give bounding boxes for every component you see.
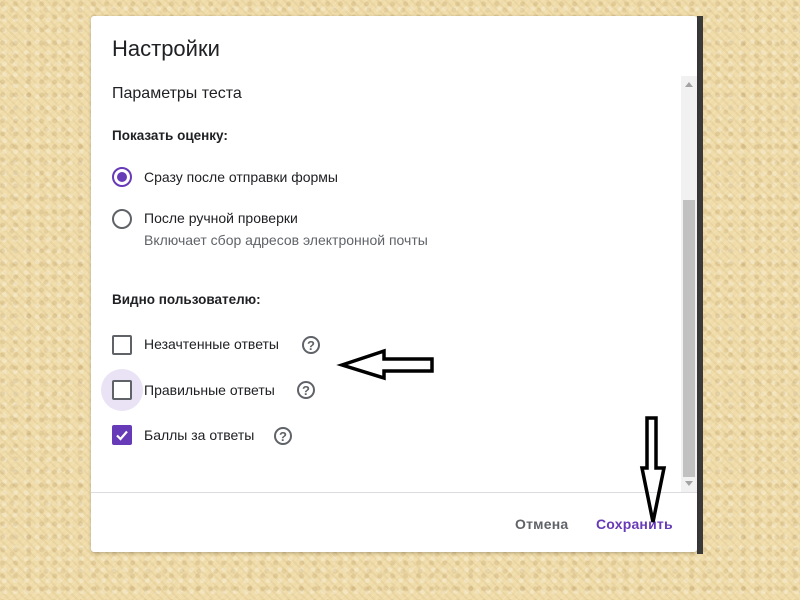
scroll-down-icon[interactable] xyxy=(685,481,693,486)
dialog-content: Параметры теста Показать оценку: Сразу п… xyxy=(91,76,681,492)
checkbox-correct-answers[interactable] xyxy=(112,380,132,400)
option-immediately-label[interactable]: Сразу после отправки формы xyxy=(144,169,338,185)
show-grade-label: Показать оценку: xyxy=(112,128,228,143)
settings-dialog: Настройки Параметры теста Показать оценк… xyxy=(91,16,697,552)
scroll-up-icon[interactable] xyxy=(685,82,693,87)
help-icon[interactable]: ? xyxy=(274,427,292,445)
help-icon[interactable]: ? xyxy=(302,336,320,354)
option-manual-review-sub: Включает сбор адресов электронной почты xyxy=(144,232,428,248)
missed-answers-label[interactable]: Незачтенные ответы xyxy=(144,336,279,352)
scrollbar[interactable] xyxy=(681,76,697,492)
cancel-button[interactable]: Отмена xyxy=(509,512,574,536)
option-manual-review-label[interactable]: После ручной проверки xyxy=(144,210,298,226)
visible-to-user-label: Видно пользователю: xyxy=(112,292,261,307)
checkmark-icon xyxy=(116,430,128,441)
checkbox-missed-answers[interactable] xyxy=(112,335,132,355)
radio-checked-icon[interactable] xyxy=(112,167,132,187)
points-label[interactable]: Баллы за ответы xyxy=(144,427,254,443)
help-icon[interactable]: ? xyxy=(297,381,315,399)
checkbox-points[interactable] xyxy=(112,425,132,445)
footer-divider xyxy=(91,492,697,493)
correct-answers-label[interactable]: Правильные ответы xyxy=(144,382,275,398)
section-title: Параметры теста xyxy=(112,85,242,102)
scroll-thumb[interactable] xyxy=(683,200,695,477)
save-button[interactable]: Сохранить xyxy=(590,512,679,536)
background-window-edge xyxy=(697,16,703,554)
radio-unchecked-icon[interactable] xyxy=(112,209,132,229)
dialog-title: Настройки xyxy=(112,36,220,61)
